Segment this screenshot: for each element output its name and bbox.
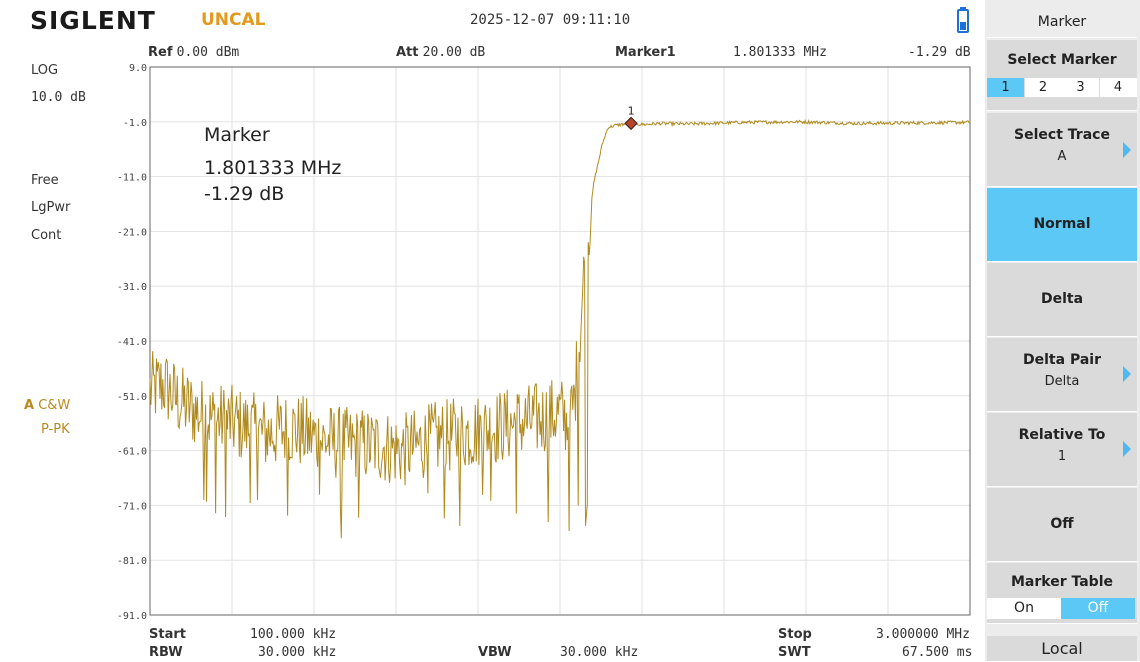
relative-to-label: Relative To: [1018, 427, 1106, 443]
normal-label: Normal: [1033, 216, 1091, 232]
marker-1-number: 1: [628, 104, 635, 117]
delta-key[interactable]: Delta: [987, 263, 1137, 337]
vbw-label-text: VBW: [478, 645, 512, 660]
marker-table-label: Marker Table: [1011, 574, 1113, 590]
local-label: Local: [1041, 639, 1083, 658]
swt-label-text: SWT: [778, 645, 811, 660]
stop-freq-label: Stop: [778, 627, 812, 642]
y-tick-label: -21.0: [117, 227, 147, 238]
marker-1-icon: [624, 116, 638, 131]
spectrum-plot[interactable]: 9.0 -1.0 -11.0 -21.0 -31.0 -41.0 -51.0 -61.0 -71…: [0, 0, 985, 661]
swt-value[interactable]: 67.500 ms: [902, 645, 972, 660]
arrow-right-icon: [1123, 441, 1131, 457]
rbw-label: RBW: [149, 645, 183, 660]
y-tick-label: -81.0: [117, 556, 147, 567]
start-label: Start: [149, 627, 186, 642]
arrow-right-icon: [1123, 366, 1131, 382]
select-marker-key[interactable]: Select Marker: [987, 40, 1137, 111]
marker-readout-freq: 1.801333 MHz: [204, 157, 342, 179]
menu-title: Marker: [987, 7, 1137, 38]
vbw-label: VBW: [478, 645, 512, 660]
stop-label: Stop: [778, 627, 812, 642]
arrow-right-icon: [1123, 142, 1131, 158]
start-freq-label: Start: [149, 627, 186, 642]
y-tick-label: 9.0: [129, 63, 147, 74]
y-tick-label: -51.0: [117, 392, 147, 403]
y-tick-label: -31.0: [117, 282, 147, 293]
vbw-value[interactable]: 30.000 kHz: [560, 645, 638, 660]
rbw-label-text: RBW: [149, 645, 183, 660]
y-tick-label: -1.0: [123, 118, 147, 129]
stop-freq-value[interactable]: 3.000000 MHz: [876, 627, 970, 642]
marker-table-on[interactable]: On: [987, 598, 1061, 619]
select-marker-label: Select Marker: [1007, 52, 1117, 68]
select-trace-value: A: [1057, 149, 1067, 164]
delta-pair-label: Delta Pair: [1023, 352, 1101, 368]
marker-select-2[interactable]: 2: [1024, 78, 1062, 97]
marker-readout-title: Marker: [204, 124, 270, 146]
rbw-value[interactable]: 30.000 kHz: [258, 645, 336, 660]
select-trace-label: Select Trace: [1014, 127, 1110, 143]
local-key[interactable]: Local: [987, 636, 1137, 662]
delta-label: Delta: [1040, 291, 1084, 307]
y-tick-label: -41.0: [117, 337, 147, 348]
relative-to-value: 1: [1057, 449, 1067, 464]
marker-readout-level: -1.29 dB: [204, 183, 285, 205]
marker-select-4[interactable]: 4: [1099, 78, 1137, 97]
marker-off-label: Off: [1050, 516, 1074, 532]
relative-to-key[interactable]: Relative To 1: [987, 413, 1137, 487]
select-trace-key[interactable]: Select Trace A: [987, 113, 1137, 187]
y-tick-label: -11.0: [117, 173, 147, 184]
marker-off-key[interactable]: Off: [987, 488, 1137, 562]
delta-pair-key[interactable]: Delta Pair Delta: [987, 338, 1137, 412]
menu-title-text: Marker: [1037, 14, 1087, 30]
marker-select-3[interactable]: 3: [1062, 78, 1099, 97]
delta-pair-value: Delta: [1044, 374, 1080, 389]
marker-select-1[interactable]: 1: [987, 78, 1024, 97]
y-tick-label: -71.0: [117, 501, 147, 512]
marker-table-off[interactable]: Off: [1061, 598, 1135, 619]
swt-label: SWT: [778, 645, 811, 660]
start-freq-value[interactable]: 100.000 kHz: [250, 627, 336, 642]
y-tick-label: -91.0: [117, 611, 147, 622]
y-tick-label: -61.0: [117, 447, 147, 458]
normal-key[interactable]: Normal: [987, 188, 1137, 262]
